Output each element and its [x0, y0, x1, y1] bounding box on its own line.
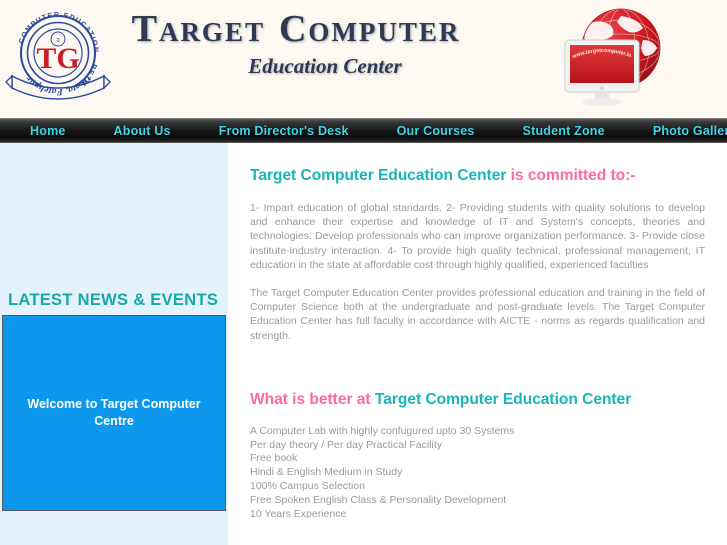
what-is-better-section: What is better at Target Computer Educat…: [250, 391, 711, 535]
main-content: Target Computer Education Center is comm…: [228, 143, 727, 543]
globe-monitor-image: www.targetcomputer.in: [564, 8, 661, 106]
news-welcome-text: Welcome to Target Computer Centre: [27, 397, 201, 428]
nav-item-about-us[interactable]: About Us: [90, 124, 195, 138]
committed-paragraph-1: 1- Impart education of global standards.…: [250, 202, 705, 271]
benefit-item: Per day theory / Per day Practical Facil…: [250, 438, 442, 451]
latest-news-header: LATEST NEWS & EVENTS NEW: [8, 288, 226, 312]
nav-item-from-directors-desk[interactable]: From Director's Desk: [195, 124, 373, 138]
benefit-item: Free book: [250, 452, 298, 465]
site-title-sub: Education Center: [248, 54, 402, 78]
committed-heading-pink: is committed to:-: [506, 167, 636, 184]
footer-strip: [0, 518, 727, 545]
site-header: COMPUTER EDUCATION RETNEC TEGRAT उ TG Dh…: [0, 0, 727, 118]
circular-seal-logo: COMPUTER EDUCATION RETNEC TEGRAT उ TG Dh…: [5, 11, 111, 100]
main-navigation[interactable]: Home About Us From Director's Desk Our C…: [0, 118, 727, 143]
site-title-block: Target Computer Education Center: [126, 6, 466, 79]
what-is-better-heading: What is better at Target Computer Educat…: [250, 391, 711, 409]
nav-item-student-zone[interactable]: Student Zone: [499, 124, 629, 138]
committed-paragraph-2: The Target Computer Education Center pro…: [250, 287, 705, 342]
benefit-item: 100% Campus Selection: [250, 480, 365, 493]
latest-news-title: LATEST NEWS & EVENTS: [8, 290, 219, 309]
committed-heading-teal: Target Computer Education Center: [250, 167, 507, 184]
benefit-item: A Computer Lab with highly confugured up…: [250, 424, 515, 437]
site-title-main: Target Computer: [126, 6, 466, 52]
news-scroller-box[interactable]: Welcome to Target Computer Centre: [2, 315, 226, 511]
nav-item-our-courses[interactable]: Our Courses: [373, 124, 499, 138]
left-sidebar: LATEST NEWS & EVENTS NEW Welcome to Targ…: [0, 143, 228, 543]
what-is-better-heading-teal: Target Computer Education Center: [374, 390, 632, 408]
page-body: LATEST NEWS & EVENTS NEW Welcome to Targ…: [0, 143, 727, 543]
committed-heading: Target Computer Education Center is comm…: [250, 167, 711, 185]
nav-item-photo-gallery[interactable]: Photo Gallery: [629, 124, 727, 138]
benefit-item: Free Spoken English Class & Personality …: [250, 493, 507, 506]
what-is-better-heading-pink: What is better at: [250, 390, 375, 408]
footer-sidebar-fill: [0, 518, 228, 545]
page-root: COMPUTER EDUCATION RETNEC TEGRAT उ TG Dh…: [0, 0, 727, 545]
site-title-word-target: Target: [131, 8, 265, 50]
benefit-item: Hindi & English Medium in Study: [250, 466, 403, 479]
svg-text:TG: TG: [36, 42, 79, 75]
site-title-word-computer: Computer: [278, 8, 461, 50]
nav-item-home[interactable]: Home: [14, 124, 90, 138]
